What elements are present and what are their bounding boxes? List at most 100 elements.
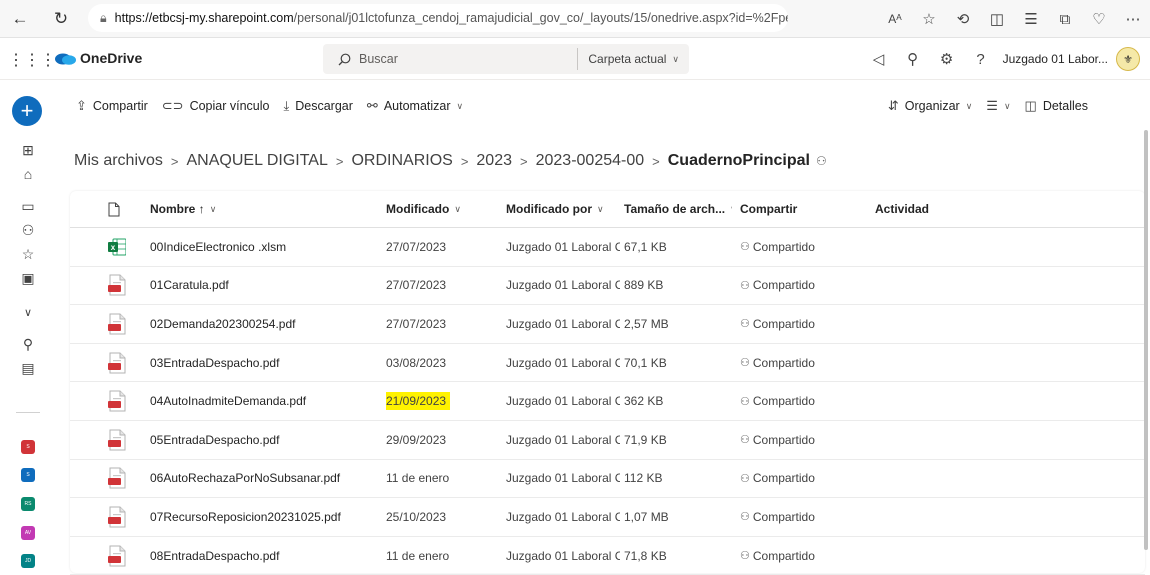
site-tile[interactable]: S — [21, 440, 35, 454]
site-tile[interactable]: AV — [21, 526, 35, 540]
address-bar[interactable]: 🔒︎ https://etbcsj-my.sharepoint.com/pers… — [88, 4, 788, 32]
file-name[interactable]: 05EntradaDespacho.pdf — [150, 421, 370, 459]
column-header-name[interactable]: Nombre ↑ ∨ — [150, 191, 370, 227]
table-row[interactable]: 08EntradaDespacho.pdf 11 de enero Juzgado … — [70, 537, 1145, 575]
file-name[interactable]: 03EntradaDespacho.pdf — [150, 344, 370, 382]
sharing-cell[interactable]: ⚇ Compartido — [740, 228, 850, 266]
file-name[interactable]: 08EntradaDespacho.pdf — [150, 537, 370, 575]
modified-by-cell[interactable]: Juzgado 01 Laboral Cir — [506, 344, 620, 382]
pdf-file-icon — [108, 267, 130, 305]
share-connections-icon[interactable]: ⚲ — [897, 44, 929, 74]
breadcrumb-item[interactable]: Mis archivos — [74, 152, 163, 170]
file-name[interactable]: 06AutoRechazaPorNoSubsanar.pdf — [150, 460, 370, 498]
extensions-icon[interactable]: ⟲ — [946, 4, 980, 34]
search-input[interactable]: Buscar — [359, 52, 398, 66]
refresh-icon[interactable]: ↻ — [46, 4, 76, 34]
table-row[interactable]: 03EntradaDespacho.pdf 03/08/2023 Juzgado 0… — [70, 344, 1145, 383]
site-tile[interactable]: JD — [21, 554, 35, 568]
file-name[interactable]: 00IndiceElectronico .xlsm — [150, 228, 370, 266]
modified-by-cell[interactable]: Juzgado 01 Laboral Cir — [506, 228, 620, 266]
scrollbar[interactable] — [1144, 130, 1148, 550]
more-icon[interactable]: ⋯ — [1116, 4, 1150, 34]
modified-by-cell[interactable]: Juzgado 01 Laboral Cir — [506, 305, 620, 343]
column-header-activity[interactable]: Actividad — [875, 191, 975, 227]
breadcrumb-item[interactable]: ANAQUEL DIGITAL — [187, 152, 328, 170]
read-aloud-icon[interactable]: Aᴬ — [878, 4, 912, 34]
modified-text: 29/09/2023 — [386, 432, 447, 447]
file-name[interactable]: 02Demanda202300254.pdf — [150, 305, 370, 343]
shared-people-icon[interactable]: ⚇ — [20, 222, 36, 238]
download-button[interactable]: ⤓ Descargar — [283, 98, 352, 114]
modified-by-cell[interactable]: Juzgado 01 Laboral Cir — [506, 421, 620, 459]
megaphone-icon[interactable]: ◁ — [863, 44, 895, 74]
app-launcher-icon[interactable]: ⋮⋮⋮ — [8, 50, 56, 70]
home-icon[interactable]: ⌂ — [20, 166, 36, 182]
sharing-cell[interactable]: ⚇ Compartido — [740, 498, 850, 536]
favorite-star-icon[interactable]: ☆ — [912, 4, 946, 34]
modified-by-cell[interactable]: Juzgado 01 Laboral Cir — [506, 498, 620, 536]
size-cell: 362 KB — [624, 382, 732, 420]
breadcrumb-item[interactable]: ORDINARIOS — [351, 152, 452, 170]
modified-by-cell[interactable]: Juzgado 01 Laboral Cir — [506, 382, 620, 420]
column-header-size[interactable]: Tamaño de arch... ∨ — [624, 191, 732, 227]
file-name[interactable]: 07RecursoReposicion20231025.pdf — [150, 498, 370, 536]
sharing-cell[interactable]: ⚇ Compartido — [740, 305, 850, 343]
user-name[interactable]: Juzgado 01 Labor... — [1003, 52, 1108, 66]
share-button[interactable]: ⇪ Compartir — [76, 98, 148, 114]
performance-icon[interactable]: ♡ — [1082, 4, 1116, 34]
search-scope-dropdown[interactable]: Carpeta actual ∨ — [577, 48, 689, 70]
file-name[interactable]: 01Caratula.pdf — [150, 267, 370, 305]
meetings-icon[interactable]: ▤ — [20, 360, 36, 376]
view-options-button[interactable]: ☰ ∨ — [986, 98, 1010, 114]
avatar[interactable]: ⚜ — [1116, 47, 1140, 71]
table-row[interactable]: 07RecursoReposicion20231025.pdf 25/10/202… — [70, 498, 1145, 537]
help-icon[interactable]: ? — [965, 44, 997, 74]
column-header-modified-by[interactable]: Modificado por ∨ — [506, 191, 620, 227]
site-tile[interactable]: RS — [21, 497, 35, 511]
breadcrumb-item[interactable]: 2023-00254-00 — [536, 152, 645, 170]
table-row[interactable]: x 00IndiceElectronico .xlsm 27/07/2023 Juzg… — [70, 228, 1145, 267]
sharing-cell[interactable]: ⚇ Compartido — [740, 382, 850, 420]
sharing-text: Compartido — [752, 548, 815, 563]
site-tile[interactable]: S — [21, 468, 35, 482]
home-grid-icon[interactable]: ⊞ — [20, 142, 36, 158]
modified-by-cell[interactable]: Juzgado 01 Laboral Cir — [506, 267, 620, 305]
sharing-cell[interactable]: ⚇ Compartido — [740, 460, 850, 498]
create-new-button[interactable]: + — [12, 96, 42, 126]
column-header-sharing[interactable]: Compartir — [740, 191, 850, 227]
copy-link-button[interactable]: ⊂⊃ Copiar vínculo — [162, 98, 270, 114]
folder-icon[interactable]: ▭ — [20, 198, 36, 214]
modified-text: 25/10/2023 — [386, 509, 447, 524]
automate-button[interactable]: ⚯ Automatizar ∨ — [367, 98, 463, 114]
search-box[interactable]: Buscar Carpeta actual ∨ — [323, 44, 689, 74]
table-row[interactable]: 05EntradaDespacho.pdf 29/09/2023 Juzgado 0… — [70, 421, 1145, 460]
recycle-bin-icon[interactable]: ▣ — [20, 270, 36, 286]
column-header-modified[interactable]: Modificado ∨ — [386, 191, 486, 227]
sharing-text: Compartido — [752, 394, 815, 409]
app-name[interactable]: OneDrive — [80, 50, 142, 66]
sharing-cell[interactable]: ⚇ Compartido — [740, 421, 850, 459]
table-row[interactable]: 02Demanda202300254.pdf 27/07/2023 Juzgado … — [70, 305, 1145, 344]
table-row[interactable]: 04AutoInadmiteDemanda.pdf 21/09/2023 Juzga… — [70, 382, 1145, 421]
file-name[interactable]: 04AutoInadmiteDemanda.pdf — [150, 382, 370, 420]
shared-people-icon: ⚇ — [740, 279, 750, 292]
modified-by-cell[interactable]: Juzgado 01 Laboral Cir — [506, 460, 620, 498]
favorites-icon[interactable]: ☰ — [1014, 4, 1048, 34]
modified-by-cell[interactable]: Juzgado 01 Laboral Cir — [506, 537, 620, 575]
sharing-cell[interactable]: ⚇ Compartido — [740, 267, 850, 305]
sharing-cell[interactable]: ⚇ Compartido — [740, 537, 850, 575]
details-button[interactable]: ◫ Detalles — [1025, 98, 1088, 114]
table-row[interactable]: 01Caratula.pdf 27/07/2023 Juzgado 01 Labor… — [70, 267, 1145, 306]
sort-button[interactable]: ⇵ Organizar ∨ — [888, 98, 972, 114]
people-icon[interactable]: ⚲ — [20, 336, 36, 352]
expand-chevron-icon[interactable]: ∨ — [20, 304, 36, 320]
settings-gear-icon[interactable]: ⚙ — [931, 44, 963, 74]
collections-icon[interactable]: ⧉ — [1048, 4, 1082, 34]
sharing-cell[interactable]: ⚇ Compartido — [740, 344, 850, 382]
table-row[interactable]: 06AutoRechazaPorNoSubsanar.pdf 11 de ener… — [70, 460, 1145, 499]
favorites-star-icon[interactable]: ☆ — [20, 246, 36, 262]
split-screen-icon[interactable]: ◫ — [980, 4, 1014, 34]
breadcrumb-item[interactable]: 2023 — [476, 152, 512, 170]
back-icon[interactable]: ← — [5, 4, 35, 34]
file-type-column-header[interactable] — [108, 191, 130, 227]
